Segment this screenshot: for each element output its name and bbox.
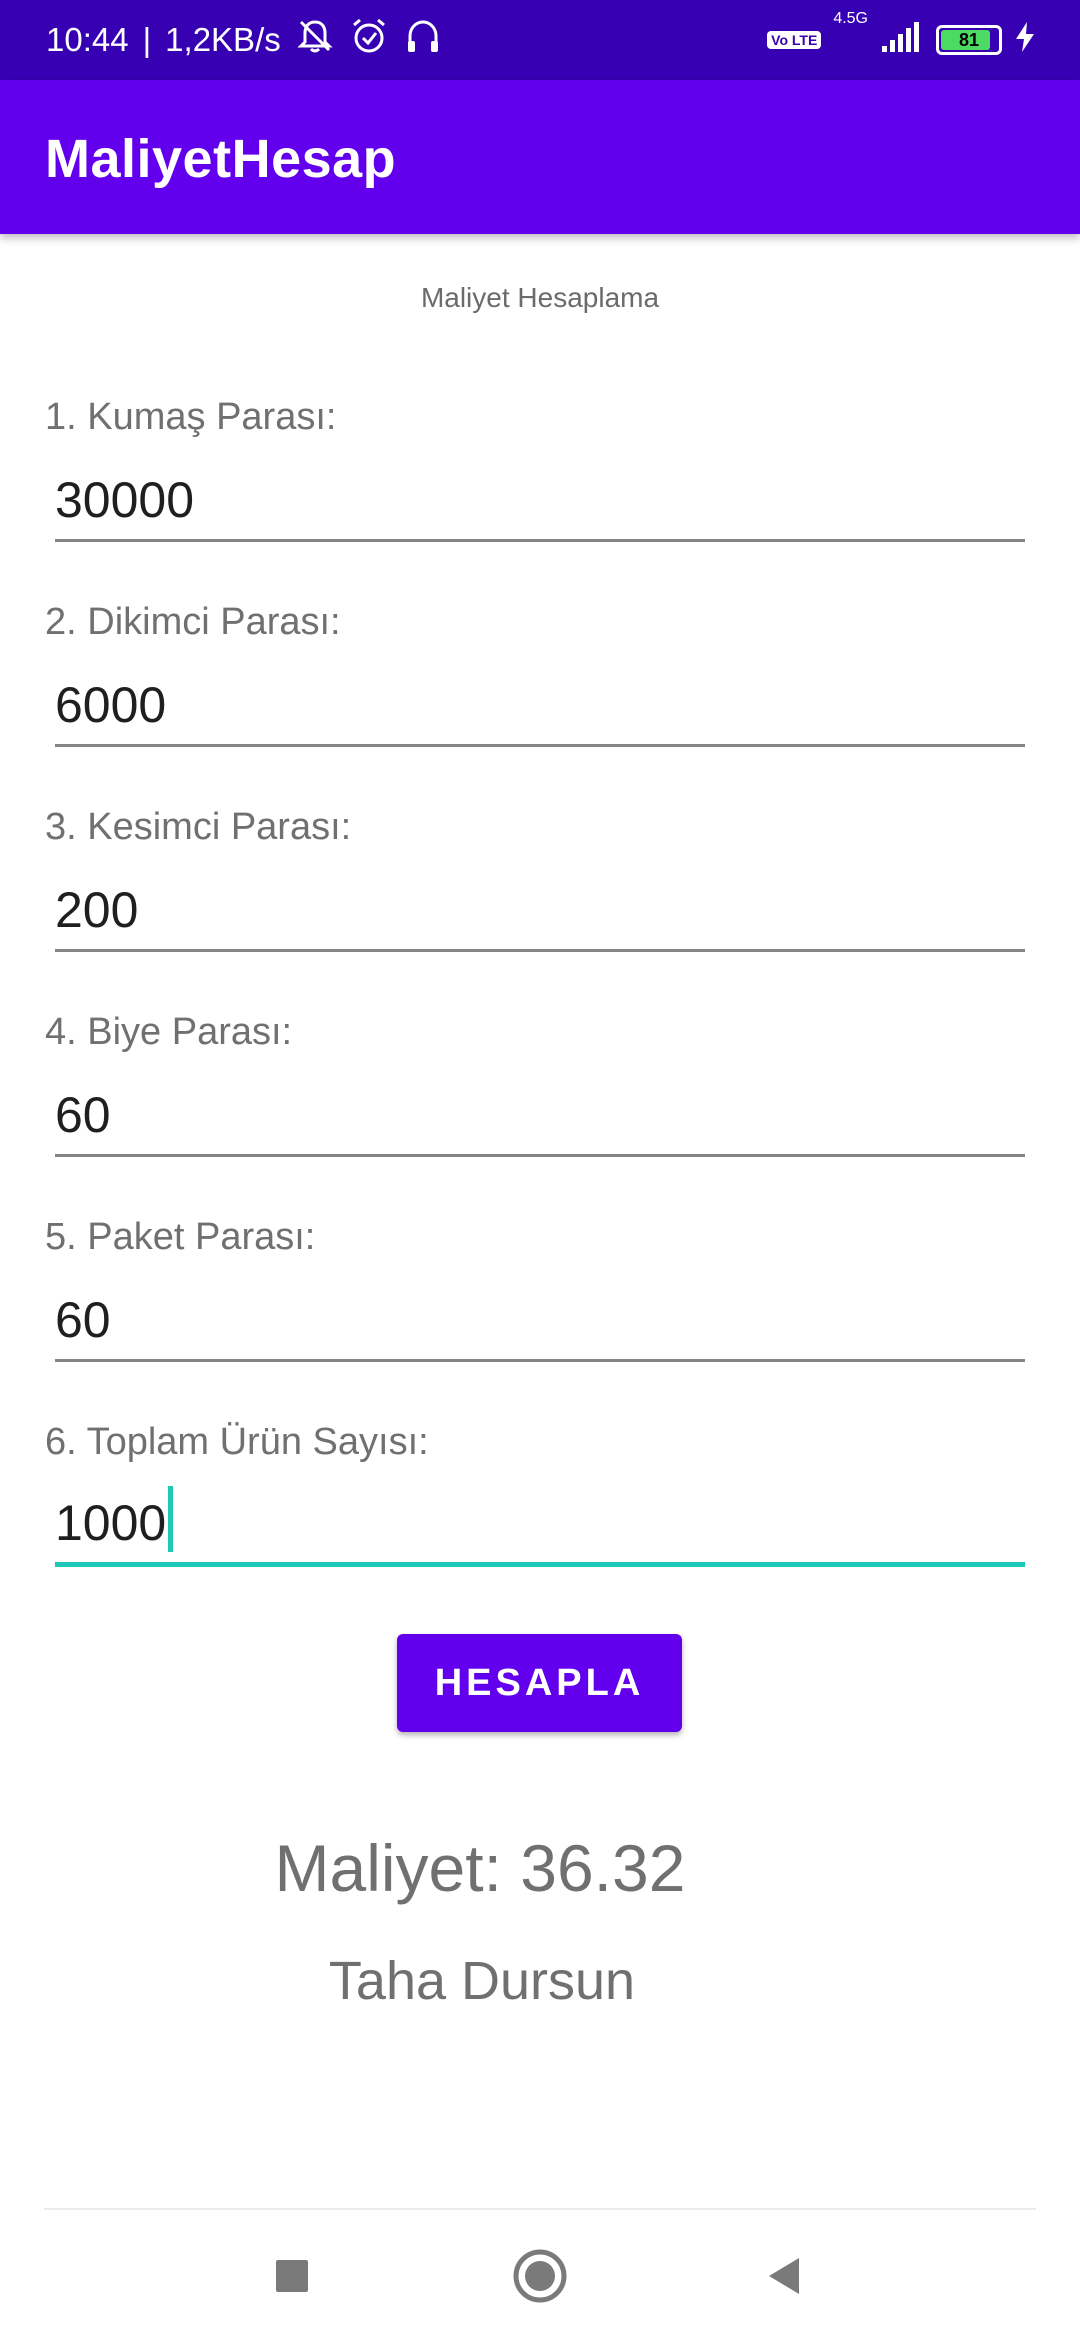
headphones-icon	[403, 16, 443, 64]
hesapla-button[interactable]: HESAPLA	[397, 1634, 682, 1732]
kumas-input[interactable]: 30000	[55, 462, 1025, 542]
status-time: 10:44	[46, 21, 129, 58]
paket-input-value: 60	[55, 1292, 111, 1348]
signal-icon	[880, 20, 924, 60]
status-separator: |	[142, 21, 152, 58]
volte-icon: Vo LTE	[767, 31, 822, 49]
status-bar: 10:44 | 1,2KB/s Vo LTE 4.5G 81	[0, 0, 1080, 80]
battery-level: 81	[958, 29, 980, 50]
field-label-biye: 4. Biye Parası:	[45, 1011, 293, 1053]
biye-input[interactable]: 60	[55, 1077, 1025, 1157]
app-title: MaliyetHesap	[45, 129, 397, 189]
kesimci-input[interactable]: 200	[55, 872, 1025, 952]
status-right: Vo LTE 4.5G 81	[767, 10, 1036, 60]
home-button[interactable]	[485, 2238, 595, 2318]
dikimci-input-value: 6000	[55, 677, 167, 733]
status-speed: 1,2KB/s	[165, 21, 281, 58]
author-name: Taha Dursun	[328, 1951, 636, 2011]
field-label-dikimci: 2. Dikimci Parası:	[45, 601, 341, 643]
kumas-input-value: 30000	[55, 472, 195, 528]
recents-icon	[274, 2258, 310, 2299]
status-left: 10:44 | 1,2KB/s	[46, 16, 443, 64]
field-label-kumas: 1. Kumaş Parası:	[45, 396, 337, 438]
text-cursor	[168, 1486, 174, 1552]
result-text: Maliyet: 36.32	[274, 1831, 686, 1905]
dikimci-input[interactable]: 6000	[55, 667, 1025, 747]
home-icon	[512, 2248, 568, 2309]
form-subtitle: Maliyet Hesaplama	[420, 282, 660, 313]
field-label-urun-sayisi: 6. Toplam Ürün Sayısı:	[45, 1421, 429, 1463]
kesimci-input-value: 200	[55, 882, 139, 938]
biye-input-value: 60	[55, 1087, 111, 1143]
alarm-icon	[349, 16, 389, 64]
urun-sayisi-input-value: 1000	[55, 1495, 167, 1551]
charging-icon	[1014, 21, 1036, 59]
battery-icon: 81	[936, 25, 1002, 55]
network-type: 4.5G	[833, 10, 868, 27]
bell-off-icon	[295, 16, 335, 64]
urun-sayisi-input[interactable]: 1000	[55, 1486, 1025, 1567]
back-button[interactable]	[730, 2238, 840, 2318]
field-label-paket: 5. Paket Parası:	[45, 1216, 316, 1258]
recents-button[interactable]	[237, 2238, 347, 2318]
app-bar: MaliyetHesap	[0, 80, 1080, 234]
volte-label: Vo LTE	[771, 32, 818, 48]
nav-divider	[44, 2208, 1036, 2210]
back-icon	[765, 2256, 805, 2301]
field-label-kesimci: 3. Kesimci Parası:	[45, 806, 352, 848]
paket-input[interactable]: 60	[55, 1282, 1025, 1362]
